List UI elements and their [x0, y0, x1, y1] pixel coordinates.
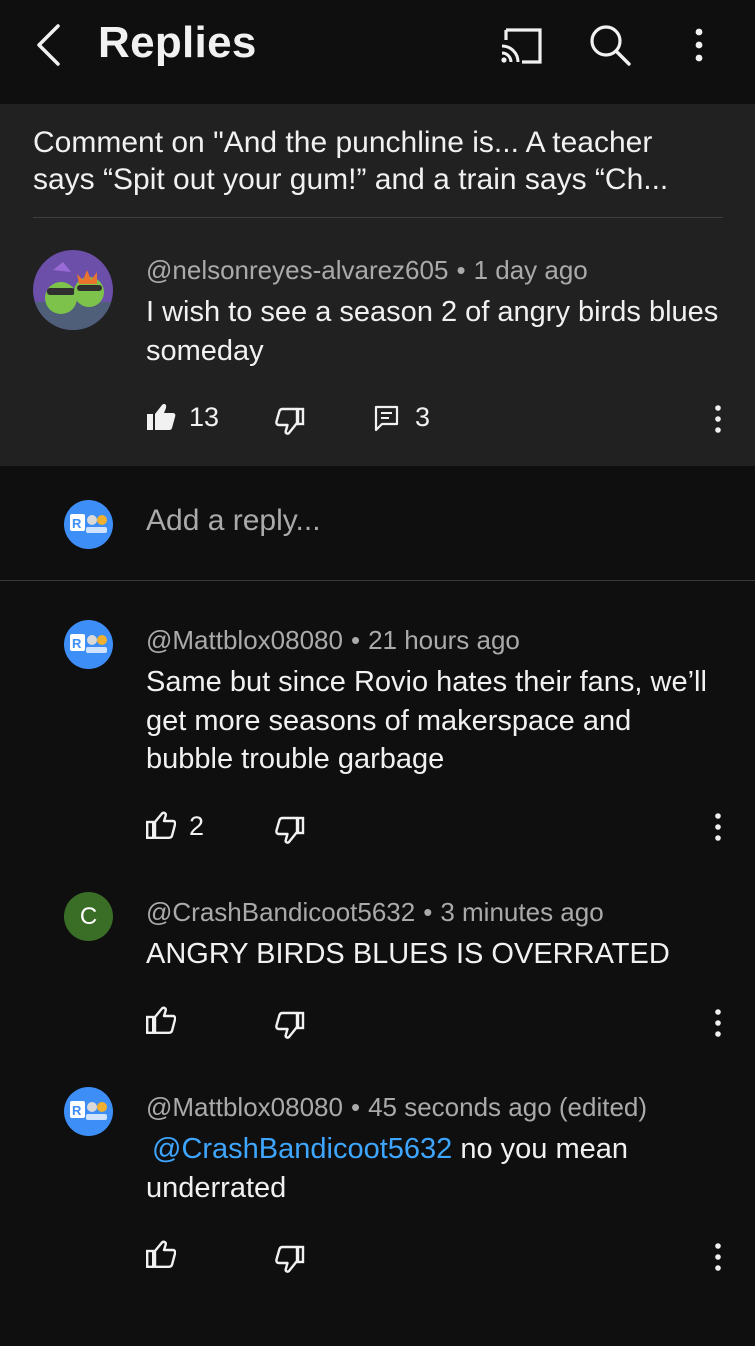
reply-time: 45 seconds ago (edited) [368, 1092, 648, 1122]
add-reply-input[interactable]: Add a reply... [146, 504, 321, 538]
more-vertical-icon[interactable] [704, 1008, 732, 1038]
reply-text: Same but since Rovio hates their fans, w… [146, 666, 707, 775]
like-count: 2 [189, 811, 205, 841]
comment-time: 1 day ago [473, 255, 588, 285]
reply-time: 3 minutes ago [440, 897, 604, 927]
reply-comment-icon[interactable] [374, 405, 400, 433]
avatar[interactable]: C [64, 892, 113, 941]
avatar[interactable]: R [64, 1087, 113, 1136]
reply-count: 3 [415, 402, 431, 432]
divider [0, 580, 755, 581]
divider [33, 217, 723, 218]
like-count: 13 [189, 402, 220, 432]
dislike-icon[interactable] [275, 1244, 305, 1274]
svg-text:R: R [72, 1103, 82, 1118]
meta-separator: • [350, 625, 361, 655]
like-icon[interactable] [146, 1006, 176, 1034]
comment-text: I wish to see a season 2 of angry birds … [146, 296, 719, 367]
svg-text:R: R [72, 516, 82, 531]
reply-text: @CrashBandicoot5632 no you mean underrat… [146, 1130, 726, 1207]
video-context-title[interactable]: Comment on "And the punchline is... A te… [33, 124, 733, 198]
meta-separator: • [350, 1092, 361, 1122]
meta-separator: • [423, 897, 433, 927]
chevron-left-icon[interactable] [30, 22, 70, 68]
meta-separator: • [456, 255, 466, 285]
more-vertical-icon[interactable] [704, 404, 732, 434]
reply-author[interactable]: @Mattblox08080 [146, 625, 343, 655]
reply-author[interactable]: @CrashBandicoot5632 [146, 897, 415, 927]
like-icon[interactable] [146, 1240, 176, 1268]
like-icon[interactable] [146, 811, 176, 839]
reply-author[interactable]: @Mattblox08080 [146, 1092, 343, 1122]
avatar[interactable] [33, 250, 113, 330]
user-avatar[interactable]: R [64, 500, 113, 549]
svg-text:R: R [72, 636, 82, 651]
search-icon[interactable] [587, 22, 633, 68]
reply-time: 21 hours ago [368, 625, 520, 655]
reply-text: ANGRY BIRDS BLUES IS OVERRATED [146, 938, 670, 970]
reply-meta: @Mattblox08080 • 21 hours ago [146, 625, 520, 656]
comment-meta: @nelsonreyes-alvarez605 • 1 day ago [146, 255, 588, 286]
reply-meta: @CrashBandicoot5632 • 3 minutes ago [146, 897, 604, 928]
dislike-icon[interactable] [275, 1010, 305, 1040]
dislike-icon[interactable] [275, 406, 305, 436]
more-vertical-icon[interactable] [684, 24, 714, 68]
cast-icon[interactable] [498, 24, 546, 68]
reply-meta: @Mattblox08080 • 45 seconds ago (edited) [146, 1092, 647, 1123]
more-vertical-icon[interactable] [704, 1242, 732, 1272]
more-vertical-icon[interactable] [704, 812, 732, 842]
like-filled-icon[interactable] [146, 403, 176, 431]
comment-author[interactable]: @nelsonreyes-alvarez605 [146, 255, 448, 285]
dislike-icon[interactable] [275, 815, 305, 845]
mention-link[interactable]: @CrashBandicoot5632 [152, 1133, 452, 1165]
page-title: Replies [98, 18, 257, 67]
avatar[interactable]: R [64, 620, 113, 669]
